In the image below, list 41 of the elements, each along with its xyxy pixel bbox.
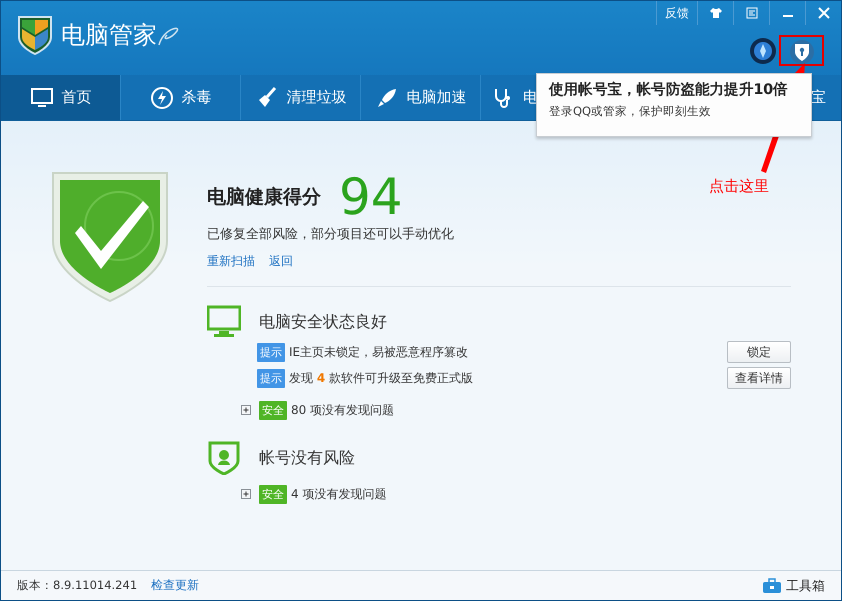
- shield-icon: [207, 441, 241, 475]
- orb-icon[interactable]: [749, 37, 777, 65]
- status-tag: 提示: [257, 342, 285, 362]
- status-tag: 提示: [257, 368, 285, 388]
- item-text: IE主页未锁定，易被恶意程序篡改: [289, 344, 468, 360]
- app-title: 电脑管家: [61, 20, 157, 51]
- status-tag: 安全: [259, 400, 287, 420]
- lightning-icon: [150, 86, 174, 110]
- highlight-frame: [779, 35, 824, 66]
- action-link[interactable]: 返回: [269, 253, 293, 270]
- shield-logo-icon: [17, 15, 53, 55]
- feedback-button[interactable]: 反馈: [656, 1, 697, 25]
- item-text: 发现 4 款软件可升级至免费正式版: [289, 370, 474, 386]
- expand-icon[interactable]: [241, 405, 251, 415]
- nav-tab[interactable]: 电脑加速: [361, 75, 481, 120]
- nav-tab[interactable]: 杀毒: [121, 75, 241, 120]
- update-link[interactable]: 检查更新: [151, 577, 200, 594]
- item-text: 4 项没有发现问题: [291, 486, 386, 502]
- version-text: 版本：8.9.11014.241: [17, 578, 138, 593]
- nav-tab[interactable]: 首页: [1, 75, 121, 120]
- action-button[interactable]: 锁定: [727, 341, 791, 363]
- toolbox-button[interactable]: 工具箱: [762, 576, 825, 594]
- annotation-text: 点击这里: [709, 177, 769, 196]
- tooltip-title: 使用帐号宝，帐号防盗能力提升10倍: [549, 80, 788, 99]
- nav-tab[interactable]: 清理垃圾: [241, 75, 361, 120]
- expand-icon[interactable]: [241, 489, 251, 499]
- section-title: 电脑安全状态良好: [259, 312, 387, 332]
- shield-lock-icon[interactable]: [789, 39, 815, 65]
- score-value: 94: [339, 171, 403, 223]
- action-link[interactable]: 重新扫描: [207, 253, 255, 270]
- tooltip-text: 登录QQ或管家，保护即刻生效: [549, 104, 712, 119]
- item-text: 80 项没有发现问题: [291, 402, 394, 418]
- action-button[interactable]: 查看详情: [727, 367, 791, 389]
- monitor-icon: [207, 305, 241, 339]
- section-title: 帐号没有风险: [259, 448, 355, 468]
- score-subtitle: 已修复全部风险，部分项目还可以手动优化: [207, 226, 455, 243]
- monitor-icon: [30, 86, 54, 110]
- toolbox-icon: [762, 578, 782, 594]
- score-label: 电脑健康得分: [207, 185, 321, 210]
- nav-tab[interactable]: 宝: [801, 75, 841, 120]
- status-tag: 安全: [259, 484, 287, 504]
